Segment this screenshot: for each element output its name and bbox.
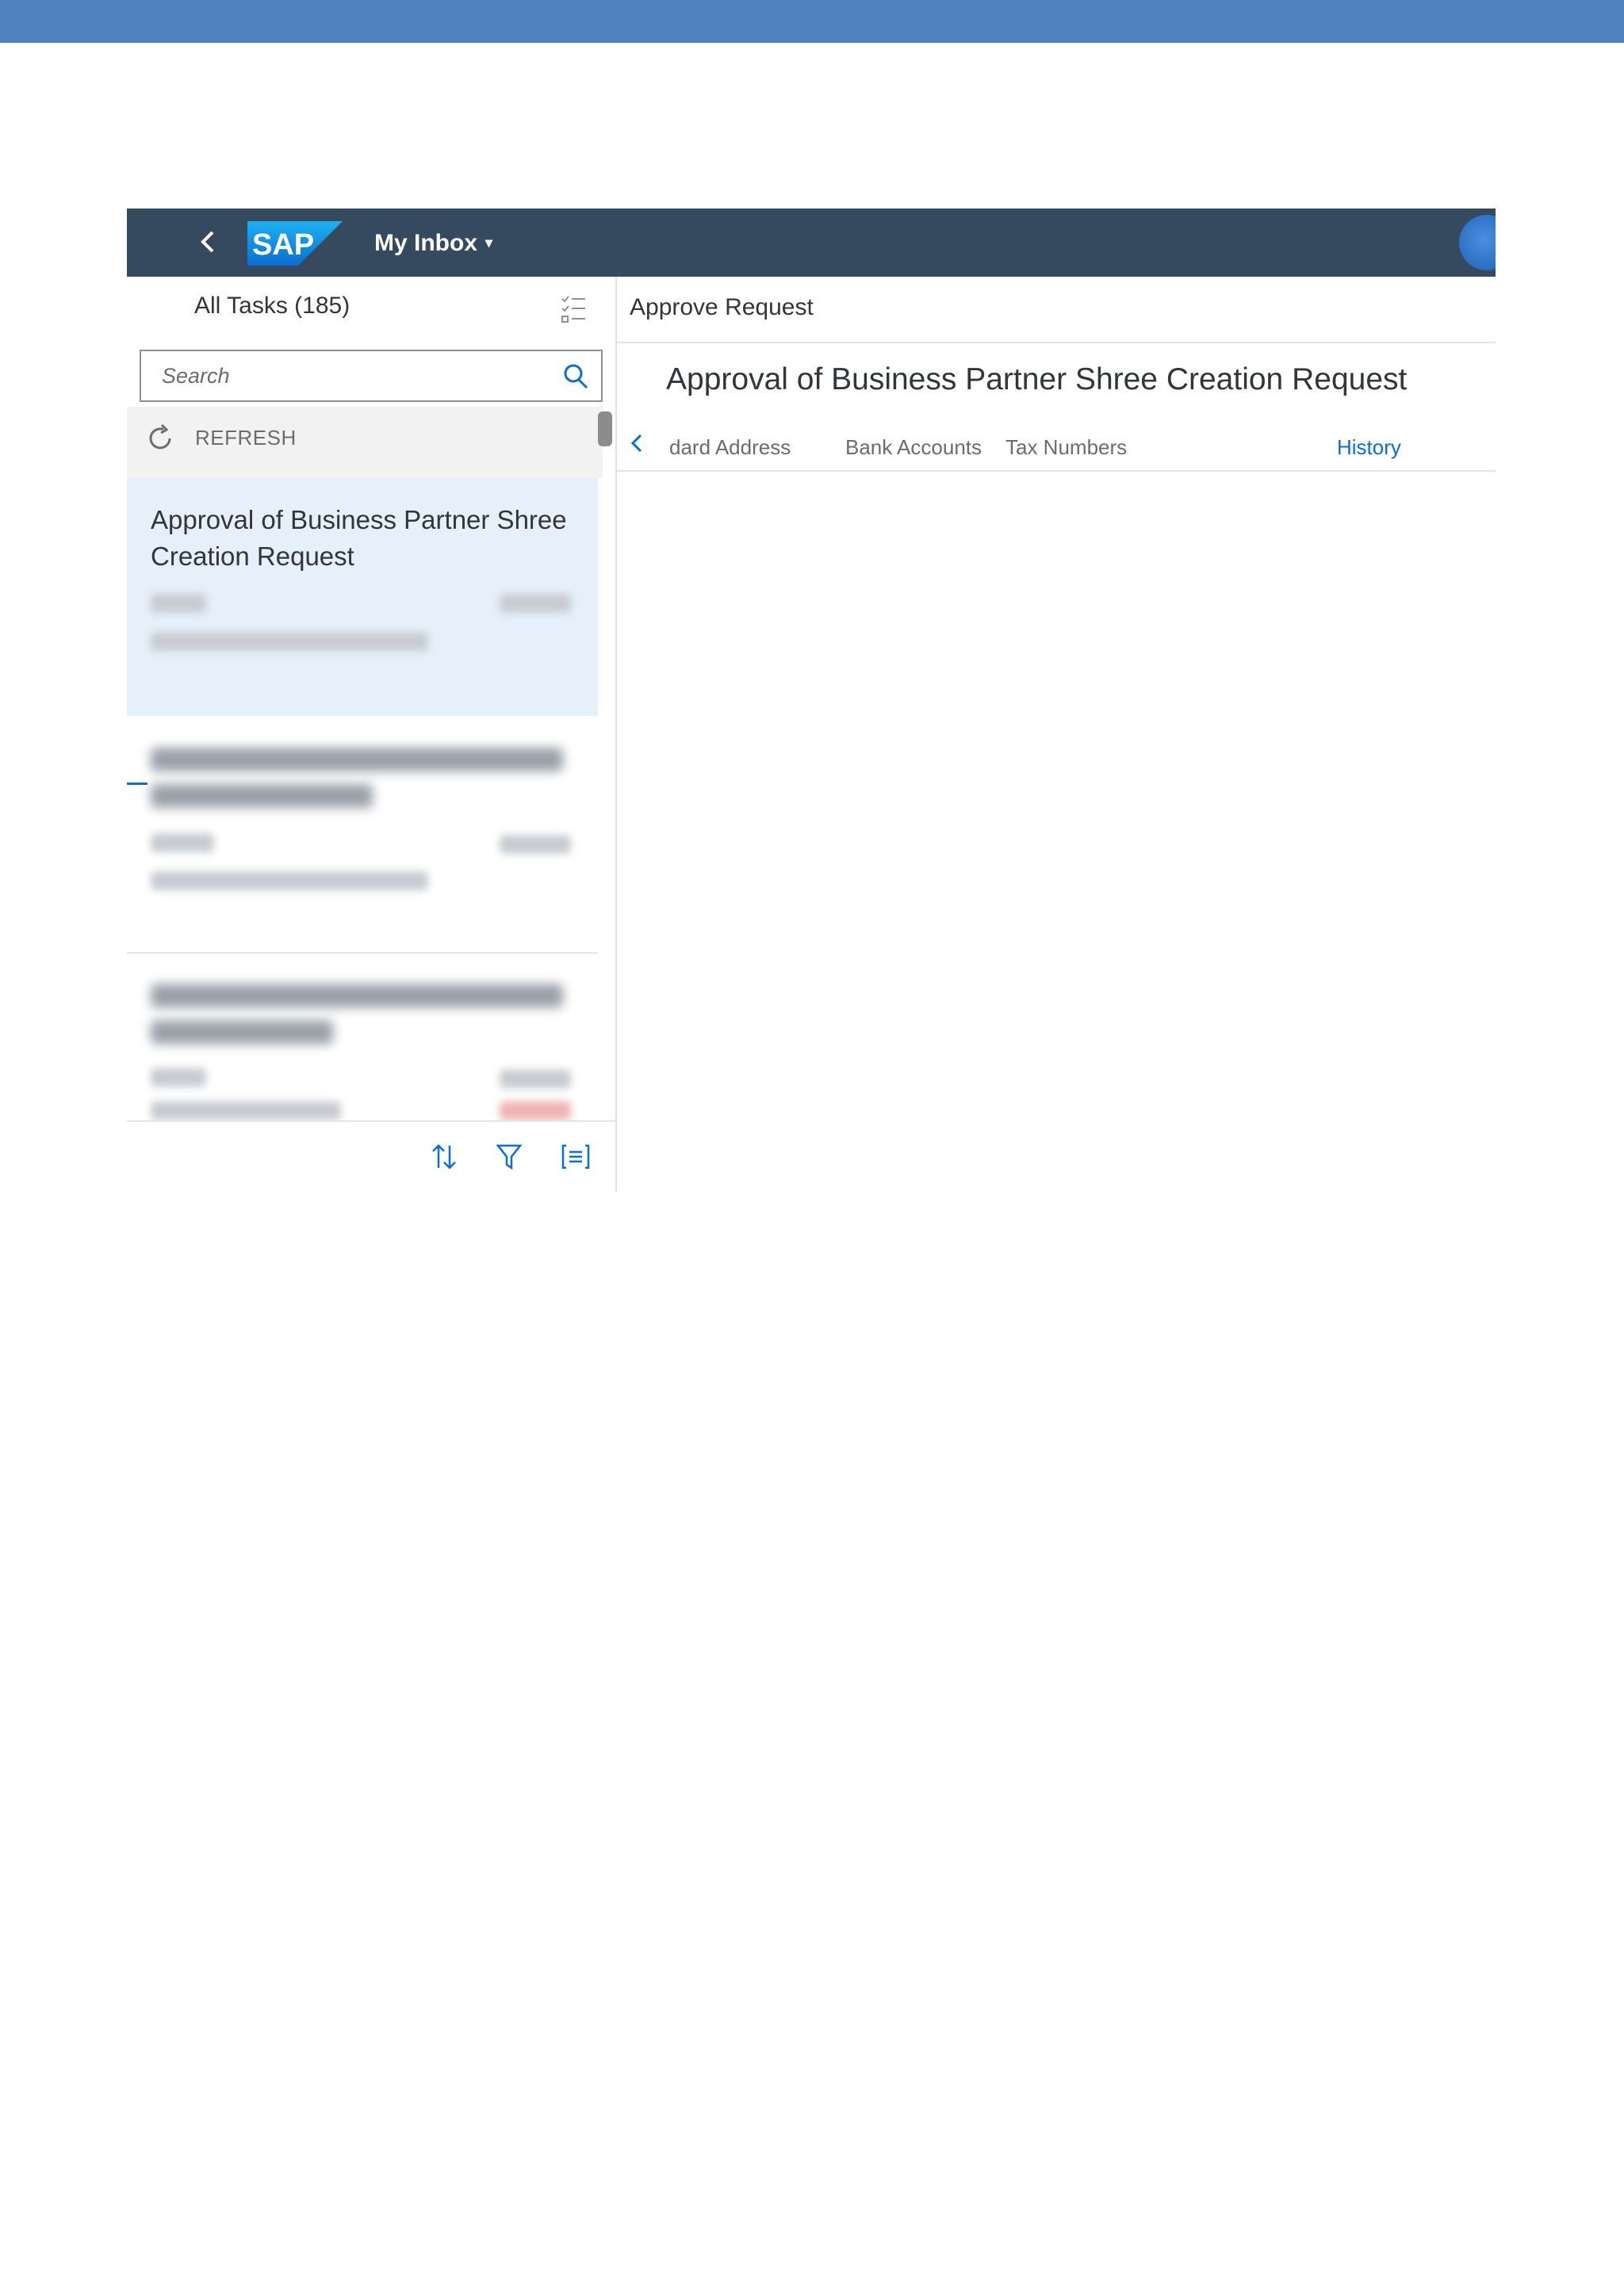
task-creator-redacted bbox=[151, 833, 214, 852]
tab-standard-address[interactable]: dard Address bbox=[669, 435, 791, 460]
user-avatar[interactable] bbox=[1459, 215, 1496, 270]
sap-logo-icon: SAP bbox=[247, 221, 343, 266]
inbox-screenshot: SAP My Inbox ▾ All Tasks (185) Search REF… bbox=[127, 209, 1496, 1192]
task-title-redacted bbox=[151, 1020, 333, 1044]
task-title-redacted bbox=[151, 984, 563, 1008]
header-divider bbox=[617, 342, 1496, 343]
chevron-left-icon[interactable] bbox=[628, 429, 645, 457]
object-title: Approval of Business Partner Shree Creat… bbox=[666, 362, 1408, 396]
task-list-footer bbox=[127, 1120, 615, 1192]
task-item-selected[interactable]: Approval of Business Partner Shree Creat… bbox=[127, 478, 598, 716]
task-due-redacted bbox=[151, 632, 428, 651]
refresh-icon bbox=[149, 423, 171, 450]
chevron-left-icon bbox=[201, 231, 214, 253]
refresh-label: REFRESH bbox=[195, 426, 297, 450]
group-icon[interactable] bbox=[560, 1141, 592, 1173]
sap-logo-text: SAP bbox=[252, 228, 314, 262]
refresh-row[interactable]: REFRESH bbox=[127, 407, 603, 478]
task-detail-pane: Approve Request Approval of Business Par… bbox=[617, 277, 1496, 1192]
task-due-redacted bbox=[151, 871, 428, 890]
search-icon[interactable] bbox=[561, 362, 590, 391]
caret-down-icon: ▾ bbox=[485, 235, 493, 251]
tab-history[interactable]: History bbox=[1337, 435, 1401, 460]
search-field[interactable]: Search bbox=[140, 350, 603, 402]
filter-icon[interactable] bbox=[493, 1141, 525, 1173]
tab-bar: dard Address Bank Accounts Tax Numbers H… bbox=[617, 419, 1496, 472]
app-title-menu[interactable]: My Inbox ▾ bbox=[374, 228, 492, 258]
shell-bar: SAP My Inbox ▾ bbox=[127, 209, 1496, 277]
search-placeholder: Search bbox=[162, 364, 230, 388]
task-item[interactable] bbox=[127, 716, 598, 952]
sap-logo: SAP bbox=[247, 221, 343, 266]
sort-icon[interactable] bbox=[428, 1141, 460, 1173]
task-creator-redacted bbox=[151, 594, 206, 613]
scrollbar-thumb[interactable] bbox=[598, 411, 612, 446]
all-tasks-label[interactable]: All Tasks (185) bbox=[194, 293, 350, 320]
task-priority-redacted bbox=[500, 594, 571, 613]
task-title: Approval of Business Partner Shree Creat… bbox=[151, 505, 567, 571]
multi-select-icon[interactable] bbox=[560, 294, 587, 324]
task-title-redacted bbox=[151, 748, 563, 771]
task-status-redacted bbox=[500, 1101, 571, 1120]
tab-tax-numbers[interactable]: Tax Numbers bbox=[1005, 435, 1127, 460]
tab-bank-accounts[interactable]: Bank Accounts bbox=[845, 435, 982, 460]
task-due-redacted bbox=[151, 1101, 341, 1120]
task-creator-redacted bbox=[151, 1068, 206, 1087]
page-header-band bbox=[0, 0, 1624, 43]
app-title: My Inbox bbox=[374, 230, 478, 256]
task-item[interactable] bbox=[127, 954, 598, 1120]
task-priority-redacted bbox=[500, 835, 571, 854]
task-list-header: All Tasks (185) bbox=[127, 277, 615, 343]
detail-header-title: Approve Request bbox=[630, 294, 814, 320]
task-priority-redacted bbox=[500, 1070, 571, 1089]
back-button[interactable] bbox=[192, 226, 224, 258]
task-title-redacted bbox=[151, 784, 373, 808]
task-list-pane: All Tasks (185) Search REFRESH Approval … bbox=[127, 277, 615, 1192]
